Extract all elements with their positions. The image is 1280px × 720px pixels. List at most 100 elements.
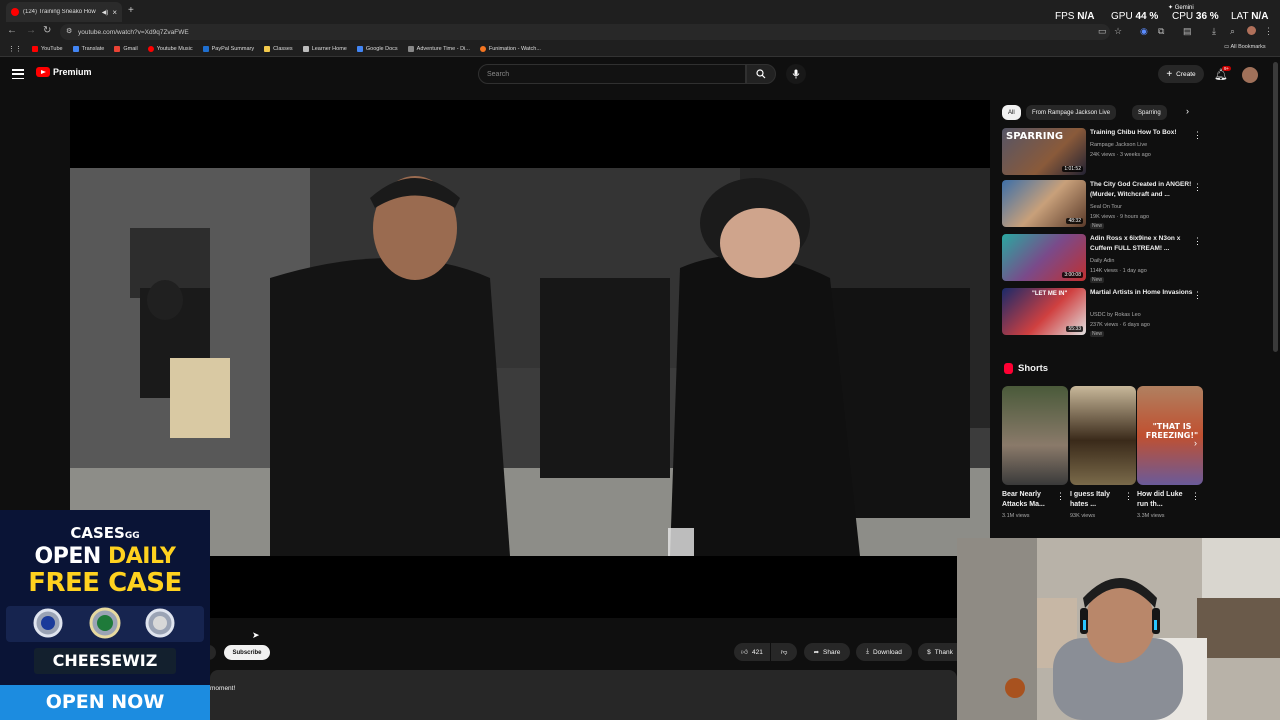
chip-rampage-jackson[interactable]: From Rampage Jackson Live [1026,105,1117,120]
video-frame[interactable] [70,168,990,556]
chip-sparring[interactable]: Sparring [1132,105,1167,120]
more-options-icon[interactable]: ⋮ [1193,236,1202,247]
reload-icon[interactable]: ↻ [43,25,51,36]
like-button[interactable]: 👍︎ 421 [734,643,770,661]
browser-tab[interactable]: (124) Training Sneako How ◀) × [6,2,122,22]
video-title[interactable]: Training Chibu How To Box! [1090,128,1194,138]
lat-stat: LAT N/A [1231,11,1269,22]
plus-icon: + [1166,68,1173,80]
youtube-icon [32,46,38,52]
ad-open-now-button[interactable]: OPEN NOW [0,685,210,720]
shorts-next-icon[interactable]: › [1194,438,1197,448]
video-meta: 114K views · 1 day ago [1090,268,1147,274]
download-button[interactable]: ⤓ Download [856,643,912,661]
browser-menu-icon[interactable]: ⋮ [1264,26,1273,37]
extensions-icon[interactable]: ⧉ [1158,26,1164,37]
short-title[interactable]: Bear Nearly Attacks Ma... [1002,490,1060,510]
apps-icon[interactable]: ⋮⋮ [8,45,22,53]
create-button[interactable]: + Create [1158,65,1204,83]
install-icon[interactable]: ▭ [1098,26,1107,37]
short-title[interactable]: I guess Italy hates ... [1070,490,1128,510]
share-button[interactable]: ➦ Share [804,643,850,661]
video-thumbnail[interactable]: 48:32 [1002,180,1086,227]
channel-name[interactable]: Daily Adin [1090,258,1114,264]
bookmark-funimation[interactable]: Funimation - Watch... [479,46,541,52]
bookmark-gmail[interactable]: Gmail [114,46,138,52]
channel-name[interactable]: Seal On Tour [1090,204,1122,210]
ad-subheadline: FREE CASE [28,568,182,598]
subscribe-button[interactable]: Subscribe [224,645,270,660]
bookmark-youtube-music[interactable]: Youtube Music [147,46,193,52]
video-meta: 19K views · 9 hours ago [1090,214,1150,220]
sidepanel-icon[interactable]: ▤ [1183,26,1192,37]
extension-icon[interactable]: ◉ [1140,26,1148,37]
search-input[interactable]: Search [478,64,746,84]
video-thumbnail[interactable]: "LET ME IN" 55:33 [1002,288,1086,335]
hamburger-menu-icon[interactable] [12,69,24,79]
chevron-right-icon[interactable]: › [1186,106,1189,116]
video-meta: 24K views · 3 weeks ago [1090,152,1151,158]
chip-all[interactable]: All [1002,105,1021,120]
video-thumbnail[interactable]: SPARRING 1:01:52 [1002,128,1086,175]
short-thumbnail[interactable]: "THAT IS FREEZING!" [1137,386,1203,485]
site-info-icon[interactable]: ⚙ [66,27,72,35]
short-thumbnail[interactable] [1002,386,1068,485]
translate-icon [72,46,79,52]
avatar[interactable] [1242,67,1258,83]
new-badge: New [1090,223,1105,229]
list-item[interactable]: 3:00:08 Adin Ross x 6ix9ine x N3on x Cuf… [1002,234,1202,283]
thumbs-down-icon: 👎︎ [780,649,788,656]
short-title[interactable]: How did Luke run th... [1137,490,1195,510]
bookmark-translate[interactable]: Translate [72,46,104,52]
forward-icon[interactable]: → [26,25,36,36]
list-item[interactable]: 48:32 The City God Created in ANGER! (Mu… [1002,180,1202,229]
youtube-play-icon [36,67,50,77]
video-title[interactable]: Martial Artists in Home Invasions [1090,288,1194,298]
channel-name[interactable]: USDC by Rokas Leo [1090,312,1141,318]
more-options-icon[interactable]: ⋮ [1193,182,1202,193]
list-item[interactable]: SPARRING 1:01:52 Training Chibu How To B… [1002,128,1202,176]
thanks-button[interactable]: $ Thank [918,643,962,661]
bookmark-google-docs[interactable]: Google Docs [356,46,398,52]
short-thumbnail[interactable] [1070,386,1136,485]
bookmark-star-icon[interactable]: ☆ [1114,26,1122,37]
download-icon[interactable]: ⤓ [1212,26,1216,37]
bookmark-learner-home[interactable]: Learner Home [302,46,347,52]
more-options-icon[interactable]: ⋮ [1124,491,1133,502]
new-badge: New [1090,331,1105,337]
address-bar[interactable]: ⚙ youtube.com/watch?v=Xd9q7ZvaFWE [60,24,1110,40]
list-item[interactable]: "LET ME IN" 55:33 Martial Artists in Hom… [1002,288,1202,337]
back-icon[interactable]: ← [7,25,17,36]
close-tab-icon[interactable]: × [112,8,117,17]
voice-search-button[interactable] [786,64,806,84]
bookmark-classes[interactable]: Classes [264,46,293,52]
logo-text: Premium [53,67,92,77]
description-box[interactable] [210,670,957,720]
gpu-stat: GPU 44 % [1111,11,1159,22]
youtube-music-icon [147,46,154,52]
more-options-icon[interactable]: ⋮ [1056,491,1065,502]
gemini-label[interactable]: ✦ Gemini [1168,4,1194,11]
all-bookmarks[interactable]: ▭ All Bookmarks [1224,44,1266,50]
bookmark-youtube[interactable]: YouTube [32,46,63,52]
scrollbar[interactable] [1273,62,1278,352]
dislike-button[interactable]: 👎︎ [771,643,797,661]
video-title[interactable]: The City God Created in ANGER! (Murder, … [1090,180,1194,200]
bookmark-paypal[interactable]: PayPal Summary [202,46,254,52]
video-title[interactable]: Adin Ross x 6ix9ine x N3on x Cuffem FULL… [1090,234,1194,254]
paypal-icon [202,46,209,52]
search-button[interactable] [746,64,776,84]
tab-search-icon[interactable]: ⌕ [1230,26,1235,37]
more-options-icon[interactable]: ⋮ [1191,491,1200,502]
cases-ad-overlay[interactable]: CASESGG OPEN DAILY FREE CASE CHEESEWIZ O… [0,510,210,720]
speaker-icon[interactable]: ◀) [102,9,109,16]
new-tab-icon[interactable]: + [128,5,134,16]
more-options-icon[interactable]: ⋮ [1193,290,1202,301]
video-thumbnail[interactable]: 3:00:08 [1002,234,1086,281]
more-options-icon[interactable]: ⋮ [1193,130,1202,141]
youtube-logo[interactable]: Premium [36,67,92,77]
channel-name[interactable]: Rampage Jackson Live [1090,142,1147,148]
bookmark-adventure-time[interactable]: Adventure Time - Di... [407,46,470,52]
short-overlay-text: "THAT IS FREEZING!" [1145,422,1199,440]
profile-avatar[interactable] [1247,26,1256,35]
